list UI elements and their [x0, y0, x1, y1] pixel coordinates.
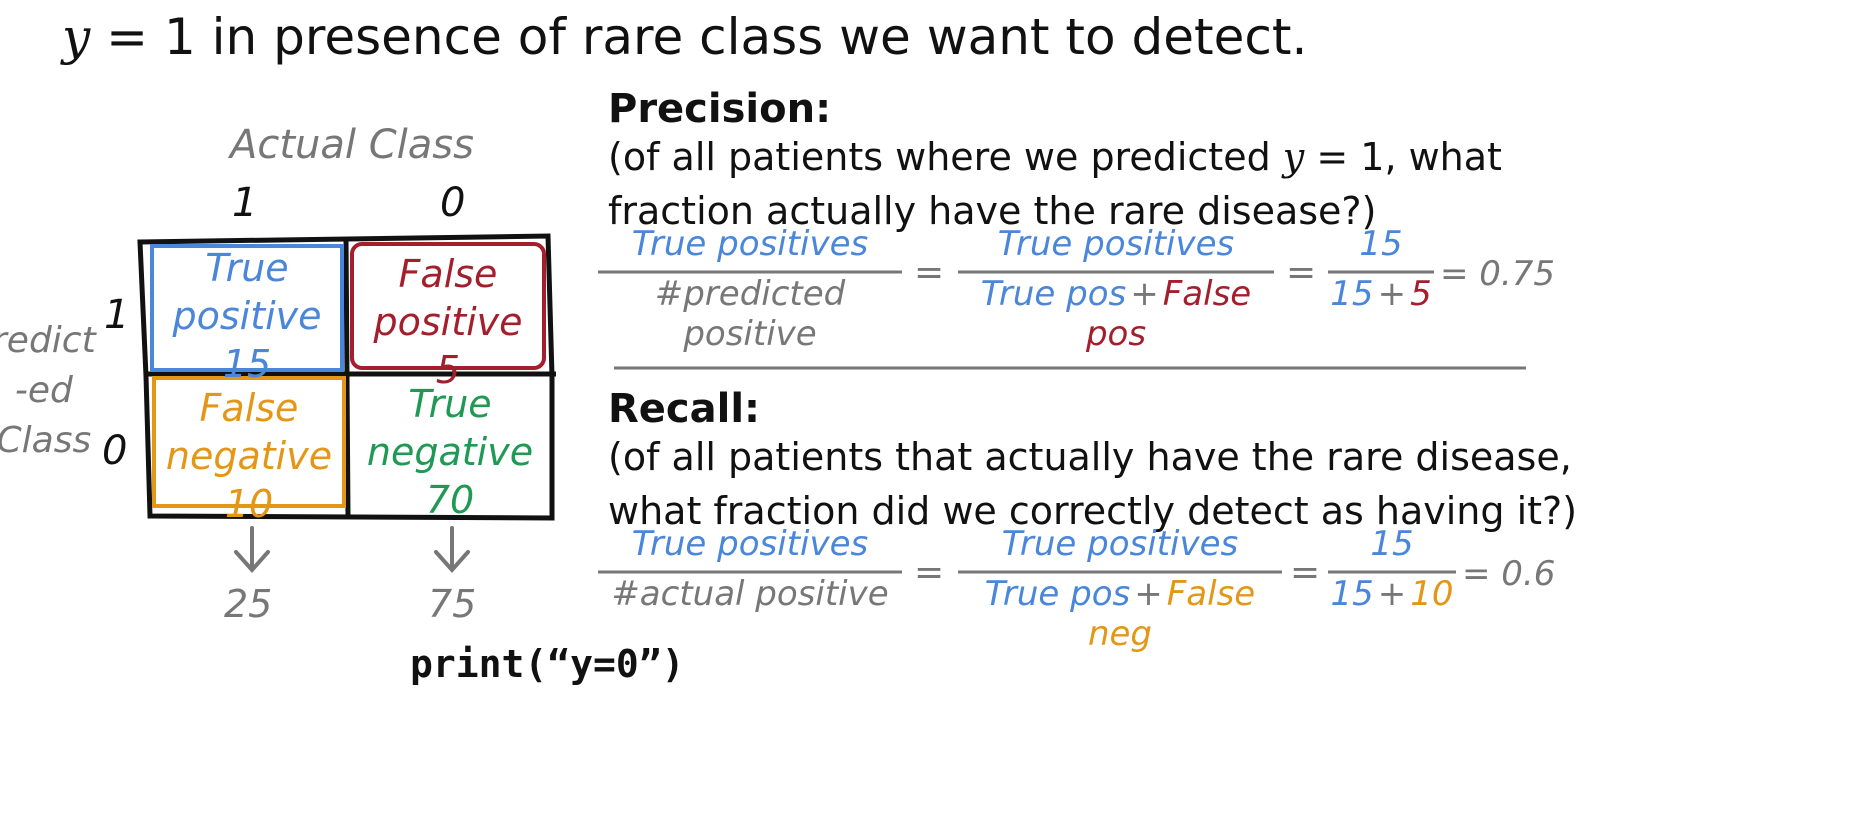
tp-line1: True [205, 246, 289, 290]
p-frac3-den: 15 +5 [1328, 274, 1434, 314]
code-print: print(“y=0”) [410, 642, 685, 686]
tn-value: 70 [425, 478, 475, 522]
r-frac1-den: #actual positive [611, 574, 889, 614]
fn-line1: False [199, 386, 299, 430]
recall-title: Recall: [608, 386, 761, 432]
precision-description: (of all patients where we predicted y = … [608, 130, 1502, 238]
precision-desc-line1: (of all patients where we predicted y = … [608, 130, 1502, 184]
r-frac2-den-a: True pos [984, 574, 1131, 614]
fn-value: 10 [224, 482, 274, 526]
fp-line2: positive [373, 300, 523, 344]
p-frac2-den: True pos + False pos [958, 274, 1274, 354]
p-frac3-den-a: 15 [1330, 274, 1374, 314]
p-eq2: = [1286, 252, 1317, 293]
arrow-down-icon [434, 526, 470, 574]
p-frac1-den: #predicted positive [654, 274, 846, 354]
recall-description: (of all patients that actually have the … [608, 430, 1577, 538]
col-total-actual-0: 75 [428, 582, 477, 626]
tn-line1: True [408, 382, 492, 426]
r-frac2-den: True pos + False neg [958, 574, 1282, 654]
precision-desc-a: (of all patients where we predicted [608, 135, 1283, 179]
r-frac3-den-b: 10 [1410, 574, 1454, 614]
r-frac1: True positives #actual positive [598, 524, 902, 614]
p-frac2-den-plus: + [1130, 274, 1159, 314]
p-frac3: 15 15 +5 [1328, 224, 1434, 314]
precision-desc-var: y [1282, 135, 1305, 179]
tp-value: 15 [222, 342, 272, 386]
r-frac3: 15 15 +10 [1328, 524, 1456, 614]
cell-true-negative: True negative 70 [352, 380, 548, 524]
col-total-actual-1: 25 [224, 582, 273, 626]
r-frac3-den: 15 +10 [1328, 574, 1456, 614]
fn-line2: negative [165, 434, 333, 478]
r-eq2: = [1290, 552, 1321, 593]
recall-desc-line1: (of all patients that actually have the … [608, 435, 1572, 479]
p-eq1: = [914, 252, 945, 293]
r-frac3-den-a: 15 [1330, 574, 1374, 614]
cell-true-positive: True positive 15 [152, 244, 342, 388]
cell-false-positive: False positive 5 [352, 250, 544, 394]
r-frac2: True positives True pos + False neg [958, 524, 1282, 654]
precision-desc-eq: = 1 [1304, 135, 1385, 179]
p-frac1: True positives #predicted positive [598, 224, 902, 354]
p-frac3-den-plus: + [1377, 274, 1407, 314]
precision-result: = 0.75 [1440, 254, 1555, 294]
precision-title: Precision: [608, 86, 832, 132]
p-frac2-den-a: True pos [980, 274, 1127, 314]
cell-false-negative: False negative 10 [154, 384, 344, 528]
recall-result: = 0.6 [1462, 554, 1556, 594]
r-frac2-num: True positives [1001, 524, 1239, 564]
precision-desc-b: , what [1384, 135, 1502, 179]
arrow-down-icon [234, 526, 270, 574]
r-frac3-num: 15 [1370, 524, 1414, 564]
r-frac1-num: True positives [631, 524, 869, 564]
p-frac2: True positives True pos + False pos [958, 224, 1274, 354]
r-frac3-den-plus: + [1377, 574, 1407, 614]
p-frac3-num: 15 [1359, 224, 1403, 264]
tn-line2: negative [366, 430, 534, 474]
fp-line1: False [398, 252, 498, 296]
tp-line2: positive [172, 294, 322, 338]
p-frac1-num: True positives [631, 224, 869, 264]
p-frac3-den-b: 5 [1410, 274, 1432, 314]
r-frac2-den-plus: + [1134, 574, 1163, 614]
p-frac2-num: True positives [997, 224, 1235, 264]
matrix-vline [343, 237, 351, 519]
r-eq1: = [914, 552, 945, 593]
